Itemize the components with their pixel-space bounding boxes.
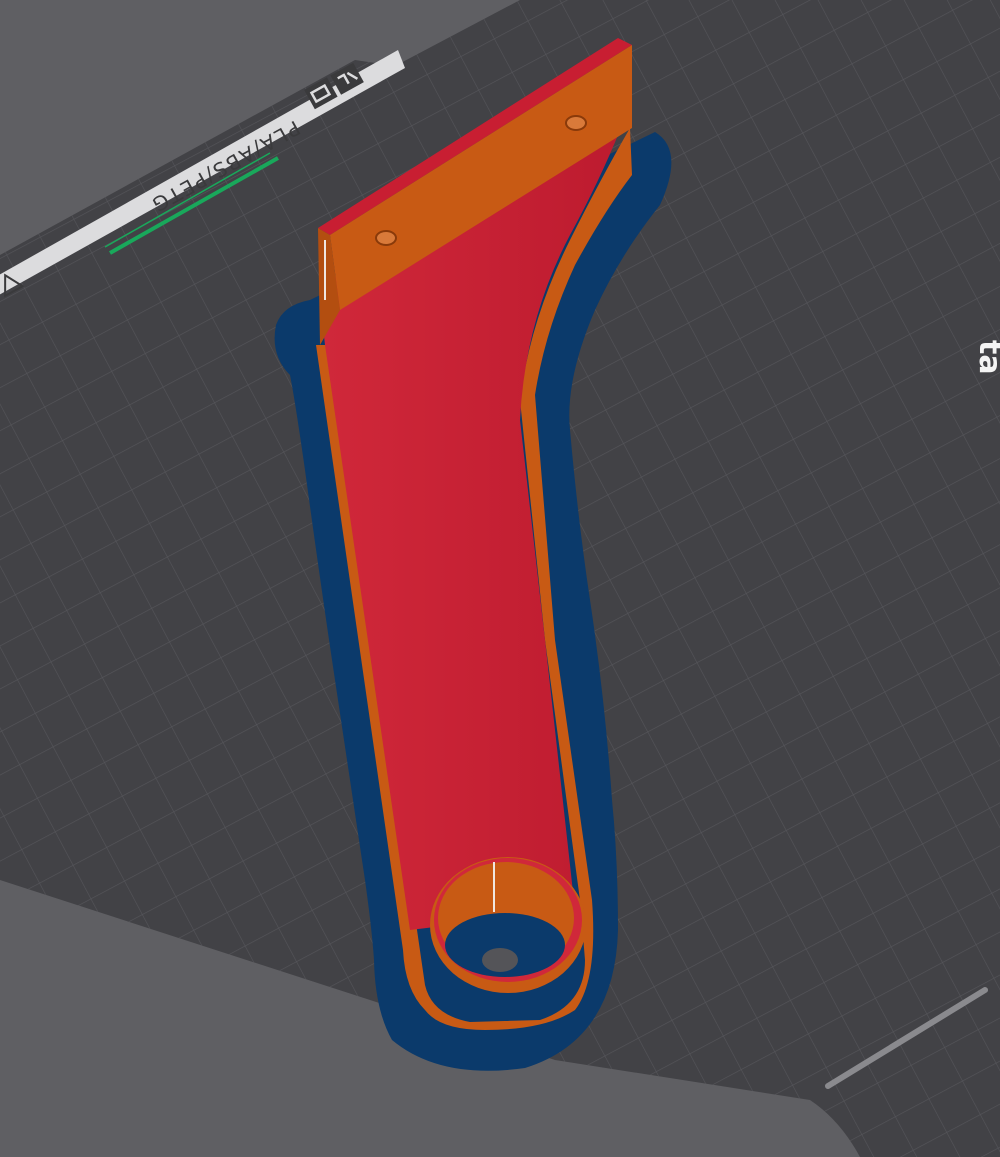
brand-text: ta xyxy=(972,340,1000,375)
ring-center-hole xyxy=(482,948,518,972)
3d-viewport[interactable]: PLA/ABS/PETG ta xyxy=(0,0,1000,1157)
ring xyxy=(430,857,586,993)
build-plate-scene[interactable]: PLA/ABS/PETG ta xyxy=(0,0,1000,1157)
screw-hole-right xyxy=(565,115,587,131)
screw-hole-left xyxy=(375,230,397,246)
